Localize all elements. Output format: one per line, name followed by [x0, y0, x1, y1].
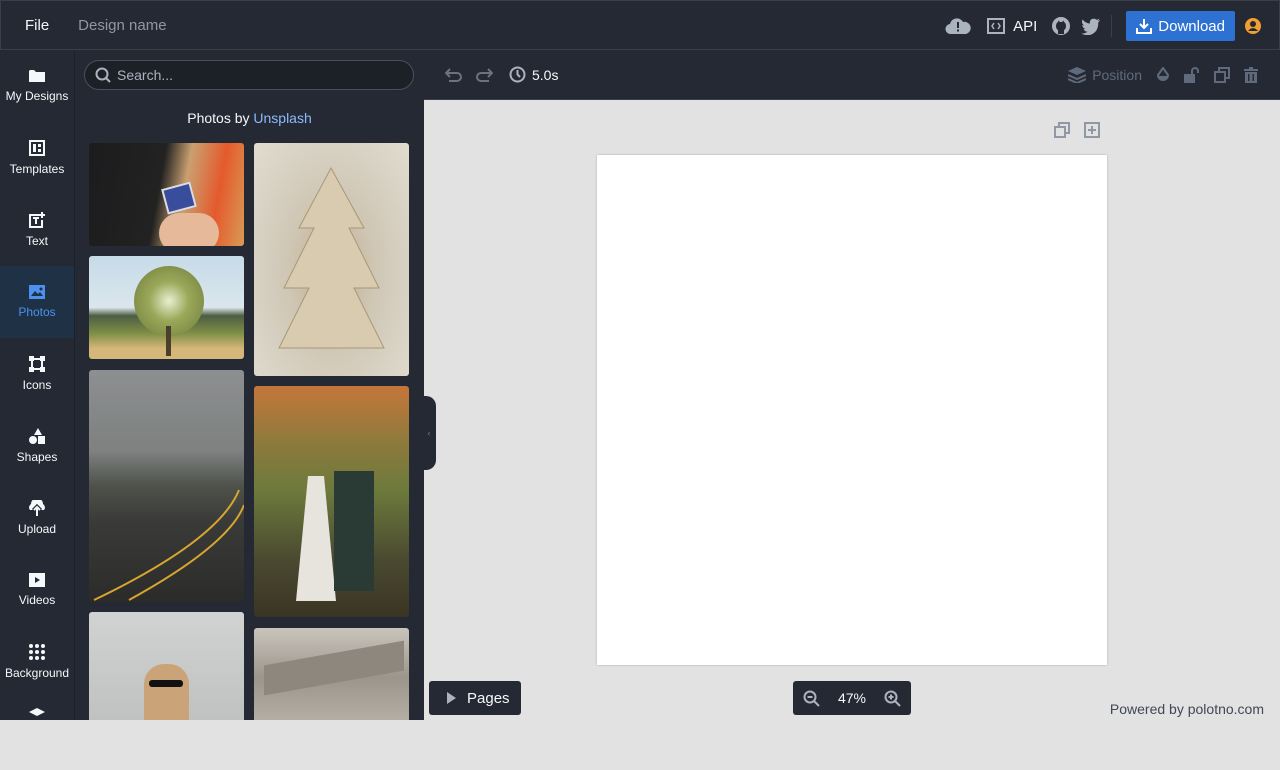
play-icon — [447, 692, 456, 704]
redo-button[interactable] — [475, 67, 493, 83]
photos-credit: Photos by Unsplash — [75, 110, 424, 126]
design-page-canvas[interactable] — [597, 155, 1107, 665]
credit-prefix: Photos by — [187, 110, 250, 126]
redo-icon — [476, 67, 493, 82]
photo-thumbnail[interactable] — [254, 628, 409, 720]
pages-button[interactable]: Pages — [429, 681, 521, 715]
add-page-button[interactable] — [1084, 122, 1100, 138]
photo-thumbnail[interactable] — [254, 386, 409, 617]
file-menu-button[interactable]: File — [25, 17, 49, 34]
layers-icon — [29, 708, 45, 716]
duplicate-page-button[interactable] — [1054, 122, 1070, 138]
photo-thumbnail[interactable] — [89, 143, 244, 246]
duplicate-icon — [1214, 67, 1230, 83]
unsplash-link[interactable]: Unsplash — [253, 110, 311, 126]
photo-icon — [29, 285, 45, 299]
shapes-icon — [29, 428, 45, 444]
sidebar-item-label: Photos — [18, 305, 56, 319]
grid-icon — [29, 644, 45, 660]
sidebar-item-label: Icons — [22, 378, 52, 392]
duration-value: 5.0s — [532, 66, 559, 83]
cloud-warning-icon[interactable] — [945, 17, 971, 35]
sidebar: My Designs Templates Text Photos Icons S… — [0, 50, 75, 720]
sidebar-item-label: Templates — [9, 162, 65, 176]
search-field[interactable] — [84, 60, 414, 90]
zoom-level: 47% — [837, 690, 867, 706]
position-label: Position — [1092, 67, 1142, 83]
sidebar-item-text[interactable]: Text — [0, 194, 74, 266]
code-icon — [987, 18, 1006, 34]
icons-icon — [29, 356, 45, 372]
sidebar-item-photos[interactable]: Photos — [0, 266, 74, 338]
templates-icon — [29, 140, 45, 156]
sidebar-item-label: Shapes — [16, 450, 58, 464]
search-input[interactable] — [117, 67, 397, 83]
sidebar-item-label: My Designs — [5, 89, 69, 103]
undo-icon — [445, 67, 462, 82]
undo-button[interactable] — [445, 67, 463, 83]
twitter-icon[interactable] — [1081, 18, 1101, 35]
collapse-panel-button[interactable]: ‹ — [422, 396, 436, 470]
divider — [1111, 15, 1113, 37]
lock-button[interactable] — [1184, 67, 1200, 83]
opacity-icon — [1156, 67, 1170, 81]
chevron-left-icon: ‹ — [427, 428, 431, 438]
sidebar-item-label: Background — [4, 666, 70, 680]
duration-button[interactable]: 5.0s — [509, 66, 558, 83]
folder-icon — [29, 70, 45, 82]
position-button[interactable]: Position — [1068, 67, 1142, 83]
design-name-input[interactable]: Design name — [78, 17, 166, 34]
sidebar-item-background[interactable]: Background — [0, 626, 74, 698]
top-bar: File Design name API Download — [0, 0, 1280, 50]
search-icon — [95, 67, 111, 83]
photo-thumbnail[interactable] — [89, 256, 244, 359]
sidebar-item-label: Text — [25, 234, 48, 248]
sidebar-item-label: Upload — [17, 522, 57, 536]
zoom-out-icon — [803, 690, 820, 707]
zoom-out-button[interactable] — [803, 690, 820, 707]
photos-panel: Photos by Unsplash — [75, 50, 424, 720]
layers-icon — [1068, 67, 1087, 83]
photo-thumbnail[interactable] — [89, 612, 244, 720]
video-icon — [29, 573, 45, 587]
duplicate-button[interactable] — [1214, 67, 1230, 83]
api-button[interactable]: API — [987, 18, 1037, 35]
unlock-icon — [1184, 67, 1199, 83]
delete-button[interactable] — [1244, 67, 1258, 83]
sidebar-item-upload[interactable]: Upload — [0, 482, 74, 554]
download-label: Download — [1158, 17, 1225, 35]
download-icon — [1136, 19, 1153, 34]
sidebar-item-shapes[interactable]: Shapes — [0, 410, 74, 482]
upload-icon — [29, 500, 45, 516]
clock-icon — [509, 66, 526, 83]
zoom-in-icon — [884, 690, 901, 707]
workspace-toolbar: 5.0s Position — [424, 50, 1280, 100]
sidebar-item-my-designs[interactable]: My Designs — [0, 50, 74, 122]
pages-label: Pages — [467, 689, 510, 707]
sidebar-item-icons[interactable]: Icons — [0, 338, 74, 410]
powered-by-link[interactable]: Powered by polotno.com — [1110, 701, 1264, 717]
zoom-controls: 47% — [793, 681, 911, 715]
user-icon[interactable] — [1245, 18, 1261, 34]
sidebar-item-videos[interactable]: Videos — [0, 554, 74, 626]
duplicate-icon — [1054, 122, 1070, 138]
plus-icon — [1084, 122, 1100, 138]
text-icon — [29, 212, 45, 228]
sidebar-item-label: Videos — [18, 593, 56, 607]
github-icon[interactable] — [1051, 16, 1071, 36]
photo-thumbnail[interactable] — [89, 370, 244, 602]
photo-thumbnail[interactable] — [254, 143, 409, 376]
download-button[interactable]: Download — [1126, 11, 1235, 41]
api-label: API — [1013, 17, 1038, 35]
sidebar-item-layers[interactable] — [0, 698, 74, 770]
sidebar-item-templates[interactable]: Templates — [0, 122, 74, 194]
zoom-in-button[interactable] — [884, 690, 901, 707]
trash-icon — [1244, 67, 1258, 83]
opacity-button[interactable] — [1156, 67, 1170, 83]
